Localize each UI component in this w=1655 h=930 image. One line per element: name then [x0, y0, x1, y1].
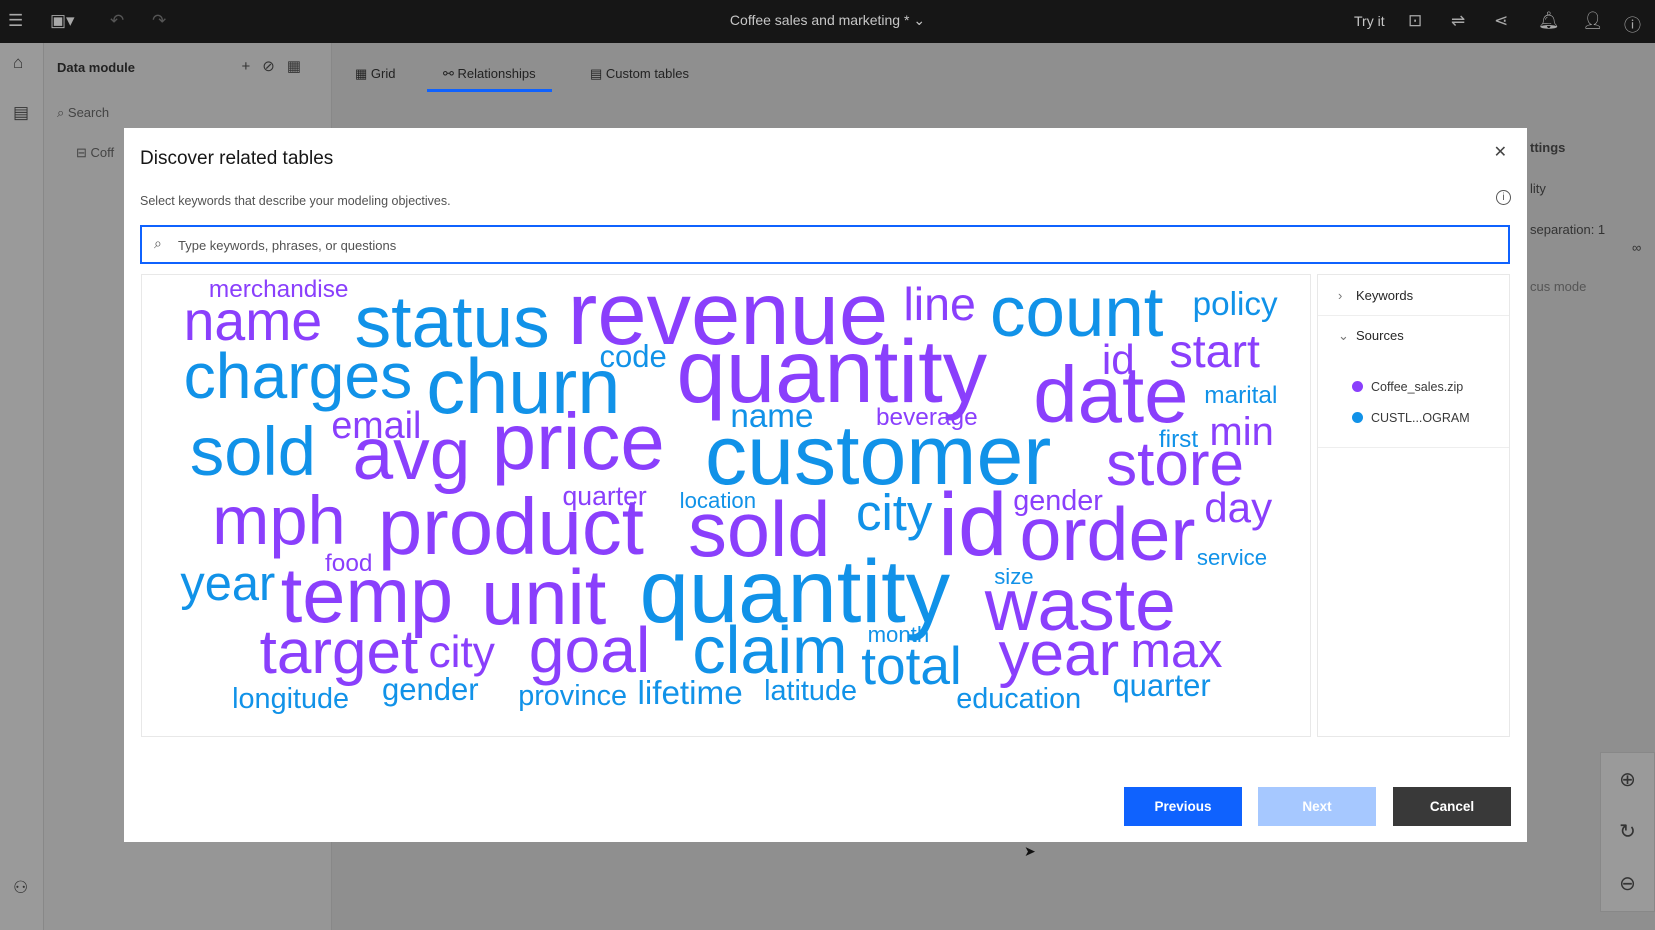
keyword-code[interactable]: code [599, 341, 666, 372]
user-icon[interactable]: 👤︎ [1582, 11, 1604, 31]
keyword-policy[interactable]: policy [1193, 288, 1278, 322]
share-icon[interactable]: ⋖ [1494, 11, 1508, 31]
close-icon[interactable]: ✕ [1494, 142, 1507, 162]
keyword-line[interactable]: line [903, 281, 975, 328]
keyword-quarter[interactable]: quarter [563, 483, 647, 510]
grid-icon: ▦ [355, 66, 368, 81]
keyword-search-input[interactable] [178, 233, 1478, 257]
keyword-gender[interactable]: gender [382, 674, 479, 705]
keyword-sold[interactable]: sold [190, 417, 316, 487]
search-icon: ⌕ [57, 105, 65, 120]
panel-tools: +⊘▦ [241, 57, 313, 75]
keyword-charges[interactable]: charges [184, 344, 413, 409]
help-icon[interactable]: ⓘ [1624, 11, 1641, 36]
keyword-longitude[interactable]: longitude [232, 685, 349, 714]
home-icon[interactable]: ⌂ [13, 53, 23, 73]
tab-custom-tables[interactable]: ▤ Custom tables [590, 66, 689, 82]
chevron-down-icon: ⌄ [1338, 328, 1349, 343]
add-icon[interactable]: + [241, 58, 262, 75]
keyword-day[interactable]: day [1204, 486, 1272, 529]
info-icon[interactable]: i [1496, 190, 1511, 205]
left-rail: ⌂ ▤ ⚇ [0, 43, 44, 930]
keyword-goal[interactable]: goal [529, 618, 651, 683]
divider [1318, 447, 1509, 448]
divider [1318, 315, 1509, 316]
keyword-year[interactable]: year [180, 560, 275, 609]
tree-item-root[interactable]: ⊟ Coff [76, 145, 114, 161]
background-settings: ttings lity separation: 1 ∞ cus mode [1530, 140, 1642, 294]
chevron-down-icon: ⌄ [913, 12, 926, 28]
keyword-city[interactable]: city [856, 487, 932, 538]
keywords-section-toggle[interactable]: › Keywords [1338, 288, 1413, 303]
try-it-button[interactable]: Try it [1354, 13, 1385, 29]
discover-related-tables-dialog: Discover related tables ✕ Select keyword… [124, 128, 1527, 842]
table-view-icon[interactable]: ▦ [287, 58, 313, 75]
notification-bell-icon[interactable]: 🔔︎ [1538, 11, 1560, 31]
keyword-latitude[interactable]: latitude [764, 676, 857, 706]
keyword-price[interactable]: price [492, 402, 665, 482]
keyword-mph[interactable]: mph [212, 486, 346, 556]
keyword-year[interactable]: year [998, 623, 1119, 686]
search-icon: ⌕ [154, 235, 162, 251]
document-title[interactable]: Coffee sales and marketing * ⌄ [0, 12, 1655, 29]
cancel-button[interactable]: Cancel [1393, 787, 1511, 826]
chevron-right-icon: › [1338, 288, 1343, 303]
chart-icon[interactable]: ⊡ [1408, 11, 1422, 31]
tab-relationships[interactable]: ⚯ Relationships [427, 66, 552, 92]
panel-title: Data module [57, 60, 136, 75]
filter-panel: › Keywords ⌄ Sources Coffee_sales.zip CUST… [1317, 274, 1510, 737]
keyword-lifetime[interactable]: lifetime [637, 676, 742, 710]
zoom-out-icon[interactable]: ⊖ [1601, 871, 1654, 909]
keyword-count[interactable]: count [990, 277, 1163, 349]
settings-sliders-icon[interactable]: ⇌ [1451, 11, 1465, 31]
mouse-cursor: ➤ [1024, 843, 1036, 859]
next-button[interactable]: Next [1258, 787, 1376, 826]
zoom-in-icon[interactable]: ⊕ [1601, 767, 1654, 805]
panel-search[interactable]: ⌕ Search [57, 105, 109, 121]
keyword-service[interactable]: service [1197, 546, 1267, 569]
keyword-city[interactable]: city [428, 630, 495, 675]
data-icon[interactable]: ▤ [13, 103, 29, 123]
reset-icon[interactable]: ↻ [1601, 819, 1654, 857]
keyword-search: ⌕ [140, 225, 1510, 264]
relationships-icon: ⚯ [443, 66, 454, 81]
keyword-province[interactable]: province [518, 681, 627, 711]
source-color-dot [1352, 381, 1363, 392]
keyword-quarter[interactable]: quarter [1112, 670, 1210, 701]
keyword-order[interactable]: order [1020, 496, 1196, 572]
tab-grid[interactable]: ▦ Grid [355, 66, 395, 82]
sources-section-toggle[interactable]: ⌄ Sources [1338, 328, 1404, 344]
table-icon: ▤ [590, 66, 603, 81]
keyword-total[interactable]: total [861, 639, 962, 693]
user-settings-icon[interactable]: ⚇ [13, 878, 28, 898]
source-item[interactable]: Coffee_sales.zip [1352, 380, 1463, 394]
top-bar: ☰ ▣▾ ↶ ↷ Coffee sales and marketing * ⌄ … [0, 0, 1655, 43]
keyword-avg[interactable]: avg [352, 418, 470, 491]
keyword-marital[interactable]: marital [1204, 383, 1277, 408]
keyword-word-cloud: merchandise name status revenue line count pol… [141, 274, 1311, 737]
keyword-date[interactable]: date [1033, 354, 1188, 435]
dialog-subtitle: Select keywords that describe your model… [140, 194, 451, 208]
source-item[interactable]: CUSTL...OGRAM [1352, 411, 1470, 425]
keyword-education[interactable]: education [956, 685, 1081, 714]
source-color-dot [1352, 412, 1363, 423]
dialog-title: Discover related tables [140, 148, 334, 169]
zoom-controls: ⊕ ↻ ⊖ [1600, 752, 1655, 912]
previous-button[interactable]: Previous [1124, 787, 1242, 826]
relink-icon[interactable]: ⊘ [262, 58, 287, 75]
